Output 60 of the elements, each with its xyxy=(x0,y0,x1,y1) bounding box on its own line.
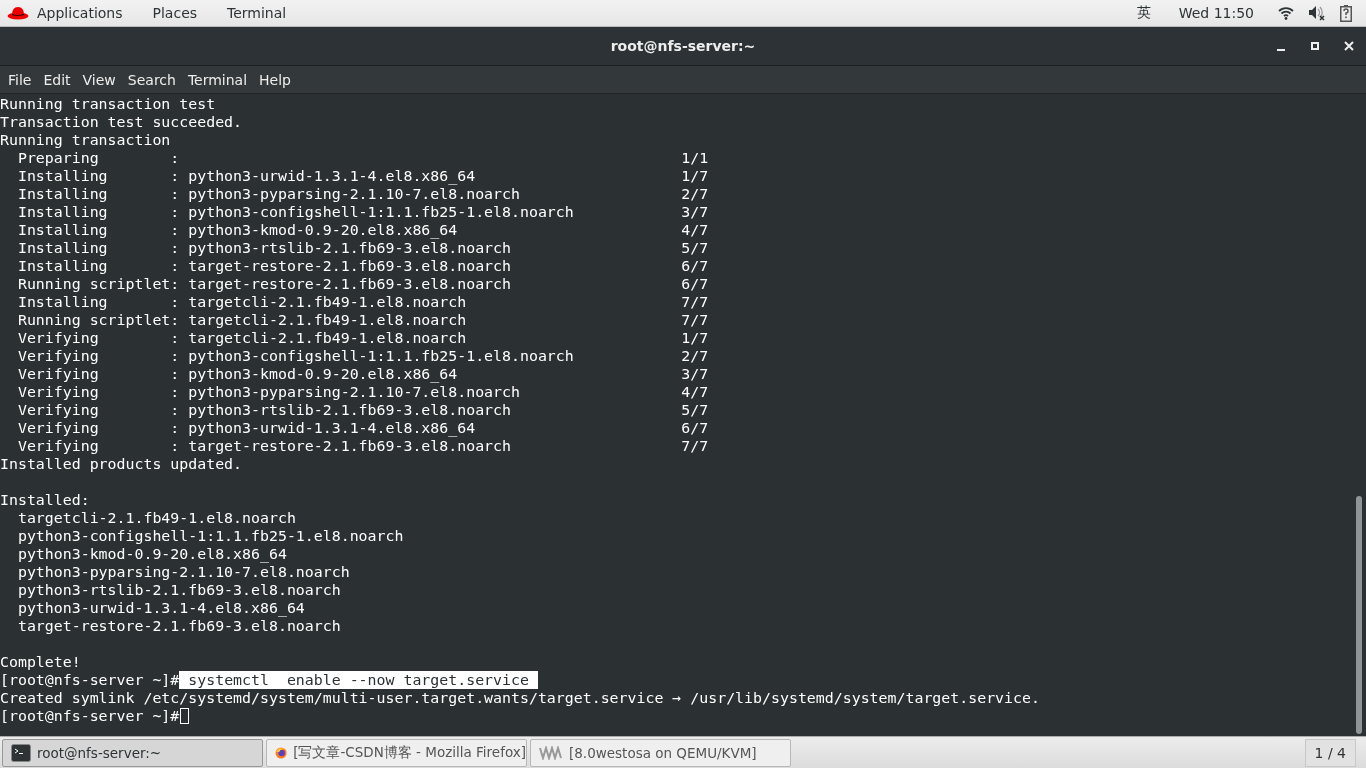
output-line: Installed products updated. xyxy=(0,455,243,473)
menu-item[interactable]: Help xyxy=(253,71,297,88)
scrollbar-thumb[interactable] xyxy=(1356,496,1362,734)
machine-icon xyxy=(539,745,563,760)
clock[interactable]: Wed 11:50 xyxy=(1178,5,1254,21)
battery-unknown-icon[interactable] xyxy=(1340,4,1352,22)
top-bar-menu[interactable]: Terminal xyxy=(227,5,287,21)
top-bar-menu[interactable]: Places xyxy=(152,5,198,21)
menu-item[interactable]: View xyxy=(76,71,122,88)
workspace-indicator[interactable]: 1 / 4 xyxy=(1304,738,1356,767)
output-line: python3-configshell-1:1.1.fb25-1.el8.noarch xyxy=(16,527,404,545)
minimize-icon xyxy=(1277,49,1285,51)
command-text: systemctl enable --now target.service xyxy=(179,671,538,689)
output-line: python3-rtslib-2.1.fb69-3.el8.noarch xyxy=(16,581,341,599)
menu-item[interactable]: File xyxy=(2,71,38,88)
hat-logo xyxy=(7,6,29,20)
output-line: Verifying : python3-pyparsing-2.1.10-7.el8.noarch 4/7 xyxy=(16,383,709,401)
terminal-icon xyxy=(11,743,31,762)
output-line: python3-urwid-1.3.1-4.el8.x86_64 xyxy=(16,599,305,617)
taskbar-window-button[interactable]: root@nfs-server:~ xyxy=(2,738,263,767)
output-line: Preparing : 1/1 xyxy=(16,149,709,167)
menu-item[interactable]: Terminal xyxy=(181,71,254,88)
output-line: Installing : target-restore-2.1.fb69-3.el8.noarch 6/7 xyxy=(16,257,709,275)
close-icon xyxy=(1344,41,1354,51)
output-line: Verifying : python3-configshell-1:1.1.fb25-1.el8.noarch 2/7 xyxy=(16,347,709,365)
output-line: python3-kmod-0.9-20.el8.x86_64 xyxy=(16,545,287,563)
output-line: Running transaction xyxy=(0,131,171,149)
taskbar-window-button[interactable]: [8.0westosa on QEMU/KVM] xyxy=(530,738,791,767)
output-line: Transaction test succeeded. xyxy=(0,113,243,131)
output-line: Installing : python3-kmod-0.9-20.el8.x86_64 4/7 xyxy=(16,221,709,239)
wifi-icon[interactable] xyxy=(1278,6,1294,20)
input-method-indicator[interactable]: 英 xyxy=(1136,4,1151,22)
window-title: root@nfs-server:~ xyxy=(610,38,756,54)
output-line: Verifying : targetcli-2.1.fb49-1.el8.noarch 1/7 xyxy=(16,329,709,347)
output-line: target-restore-2.1.fb69-3.el8.noarch xyxy=(16,617,341,635)
taskbar-window-button[interactable]: [写文章-CSDN博客 - Mozilla Firefox] xyxy=(266,738,527,767)
output-line: Installing : python3-pyparsing-2.1.10-7.el8.noarch 2/7 xyxy=(16,185,709,203)
maximize-icon xyxy=(1310,41,1320,51)
output-line: Complete! xyxy=(0,653,81,671)
output-line: Installed: xyxy=(0,491,90,509)
output-line: Verifying : python3-urwid-1.3.1-4.el8.x86_64 6/7 xyxy=(16,419,709,437)
top-bar-menu[interactable]: Applications xyxy=(37,5,123,21)
output-line: Running transaction test xyxy=(0,95,216,113)
output-line: Running scriptlet: target-restore-2.1.fb69-3.el8.noarch 6/7 xyxy=(16,275,709,293)
output-line: targetcli-2.1.fb49-1.el8.noarch xyxy=(16,509,296,527)
shell-prompt: [root@nfs-server ~]# xyxy=(0,671,180,689)
shell-prompt: [root@nfs-server ~]# xyxy=(0,707,180,725)
output-line: Installing : python3-rtslib-2.1.fb69-3.el8.noarch 5/7 xyxy=(16,239,709,257)
menu-item[interactable]: Search xyxy=(121,71,182,88)
output-line: Installing : targetcli-2.1.fb49-1.el8.noarch 7/7 xyxy=(16,293,709,311)
output-line: Installing : python3-configshell-1:1.1.fb25-1.el8.noarch 3/7 xyxy=(16,203,709,221)
output-line: python3-pyparsing-2.1.10-7.el8.noarch xyxy=(16,563,350,581)
output-line: Installing : python3-urwid-1.3.1-4.el8.x86_64 1/7 xyxy=(16,167,709,185)
output-line: Verifying : target-restore-2.1.fb69-3.el8.noarch 7/7 xyxy=(16,437,709,455)
muted-speaker-icon[interactable] xyxy=(1308,5,1326,21)
menu-item[interactable]: Edit xyxy=(37,71,77,88)
output-line: Created symlink /etc/systemd/system/multi-user.target.wants/target.service → /usr/lib/systemd/system/target.service. xyxy=(0,689,1040,707)
output-line: Verifying : python3-rtslib-2.1.fb69-3.el8.noarch 5/7 xyxy=(16,401,709,419)
output-line: Running scriptlet: targetcli-2.1.fb49-1.el8.noarch 7/7 xyxy=(16,311,709,329)
output-line: Verifying : python3-kmod-0.9-20.el8.x86_64 3/7 xyxy=(16,365,709,383)
